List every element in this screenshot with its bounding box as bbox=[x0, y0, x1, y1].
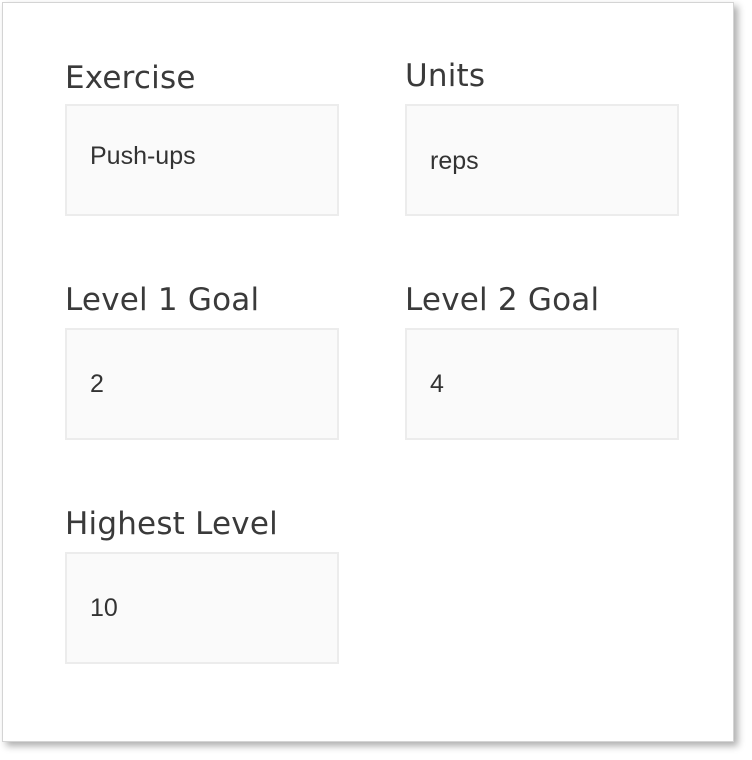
exercise-input[interactable] bbox=[65, 104, 339, 216]
highest-level-label: Highest Level bbox=[65, 506, 278, 542]
units-label: Units bbox=[405, 58, 486, 94]
level-2-goal-input[interactable] bbox=[405, 328, 679, 440]
level-2-goal-label: Level 2 Goal bbox=[405, 282, 600, 318]
exercise-settings-card: Exercise Units Level 1 Goal Level 2 Goal… bbox=[2, 2, 734, 742]
highest-level-input[interactable] bbox=[65, 552, 339, 664]
exercise-label: Exercise bbox=[65, 60, 196, 96]
units-input[interactable] bbox=[405, 104, 679, 216]
level-1-goal-input[interactable] bbox=[65, 328, 339, 440]
level-1-goal-label: Level 1 Goal bbox=[65, 282, 260, 318]
